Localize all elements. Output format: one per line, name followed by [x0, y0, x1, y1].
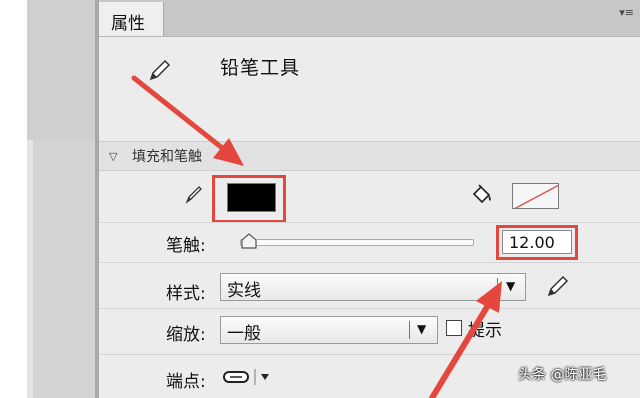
panel-tab-bar: 属性 ▾≡ — [99, 0, 640, 37]
pencil-tool-icon — [149, 59, 171, 81]
chevron-down-icon[interactable]: ▼ — [506, 279, 515, 293]
row-divider — [99, 308, 640, 309]
row-divider — [99, 354, 640, 355]
tab-label: 属性 — [111, 14, 145, 34]
edit-stroke-style-icon[interactable] — [545, 273, 571, 299]
style-dropdown[interactable]: 实线 ▼ — [220, 273, 526, 301]
stroke-slider-thumb[interactable] — [240, 232, 258, 250]
stroke-color-swatch[interactable] — [227, 183, 276, 212]
no-color-slash-icon — [514, 184, 558, 208]
style-value: 实线 — [227, 281, 261, 301]
cap-label: 端点: — [166, 372, 206, 392]
background-gray-block — [27, 0, 95, 140]
scale-value: 一般 — [227, 324, 261, 344]
stroke-slider[interactable] — [240, 239, 474, 246]
row-divider — [99, 222, 640, 223]
background-left — [0, 0, 27, 398]
tool-name: 铅笔工具 — [220, 57, 301, 79]
paint-bucket-icon — [472, 184, 491, 204]
stroke-label: 笔触: — [166, 236, 206, 256]
cap-style-dropdown[interactable] — [222, 367, 282, 387]
stroke-color-pencil-icon — [185, 186, 202, 204]
section-fill-stroke-header[interactable]: ▽ 填充和笔触 — [99, 141, 640, 171]
chevron-down-icon[interactable]: ▼ — [417, 322, 426, 336]
section-title: 填充和笔触 — [132, 149, 202, 165]
collapse-triangle-icon[interactable]: ▽ — [109, 150, 117, 163]
style-label: 样式: — [166, 284, 206, 304]
row-divider — [99, 262, 640, 263]
scale-dropdown[interactable]: 一般 ▼ — [220, 316, 438, 344]
fill-color-swatch-none[interactable] — [512, 183, 559, 209]
panel-menu-icon[interactable]: ▾≡ — [619, 6, 634, 19]
tab-properties[interactable]: 属性 — [99, 2, 164, 36]
hint-checkbox[interactable] — [446, 320, 462, 336]
watermark-text: 头条 @陈亚毛 — [518, 367, 607, 383]
scale-label: 缩放: — [166, 325, 206, 345]
hint-label: 提示 — [468, 321, 502, 341]
stroke-value-input[interactable]: 12.00 — [502, 230, 572, 254]
